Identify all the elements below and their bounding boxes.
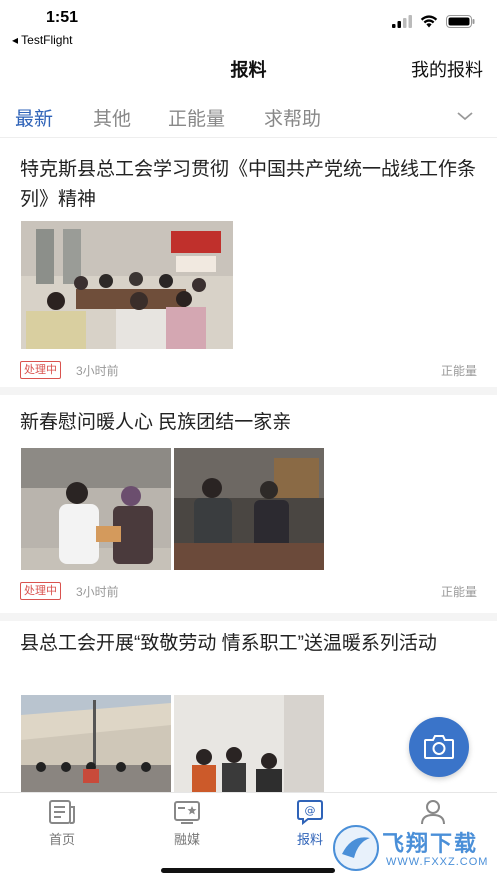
post-title[interactable]: 特克斯县总工会学习贯彻《中国共产党统一战线工作条列》精神 <box>20 155 482 215</box>
post-category: 正能量 <box>440 364 477 378</box>
post-image[interactable] <box>21 695 171 792</box>
status-time: 1:51 <box>46 9 79 26</box>
post-time: 3小时前 <box>76 585 119 599</box>
site-watermark: 飞翔下载 WWW.FXXZ.COM <box>330 820 490 878</box>
watermark-url: WWW.FXXZ.COM <box>386 856 489 868</box>
status-badge: 处理中 <box>20 582 61 600</box>
nav-item-home[interactable]: 首页 <box>22 799 102 848</box>
signal-icon <box>392 15 412 28</box>
camera-button[interactable] <box>409 717 469 777</box>
wifi-icon <box>420 15 438 28</box>
camera-icon <box>424 735 454 759</box>
tab-help[interactable]: 求帮助 <box>264 104 321 131</box>
watermark-logo-icon <box>333 825 379 871</box>
media-icon <box>174 801 200 824</box>
divider <box>0 387 497 395</box>
nav-label: 融媒 <box>173 832 200 847</box>
post-title[interactable]: 新春慰问暖人心 民族团结一家亲 <box>20 408 482 438</box>
category-tabs: 最新 其他 正能量 求帮助 <box>0 94 497 138</box>
post-image[interactable] <box>21 448 171 576</box>
my-reports-link[interactable]: 我的报料 <box>411 56 483 82</box>
post-image[interactable] <box>174 448 324 576</box>
status-bar: 1:51 ◂ TestFlight <box>0 0 497 48</box>
post-meta: 处理中 3小时前 正能量 <box>20 361 477 379</box>
tab-latest[interactable]: 最新 <box>15 104 53 131</box>
post-title[interactable]: 县总工会开展“致敬劳动 情系职工”送温暖系列活动 <box>20 629 482 659</box>
status-badge: 处理中 <box>20 361 61 379</box>
watermark-text: 飞翔下载 <box>382 831 479 856</box>
divider <box>0 613 497 621</box>
svg-text:@: @ <box>305 804 316 817</box>
list-item[interactable]: 新春慰问暖人心 民族团结一家亲 处理中 3小时前 正能量 <box>0 395 497 613</box>
home-news-icon <box>49 800 75 824</box>
nav-item-media[interactable]: 融媒 <box>147 799 227 848</box>
tab-positive-energy[interactable]: 正能量 <box>168 104 225 131</box>
tab-other[interactable]: 其他 <box>93 104 131 131</box>
post-image[interactable] <box>21 221 233 349</box>
report-icon: @ <box>297 800 323 825</box>
post-image[interactable] <box>174 695 324 792</box>
post-meta: 处理中 3小时前 正能量 <box>20 582 477 600</box>
status-icons <box>392 15 475 28</box>
post-time: 3小时前 <box>76 364 119 378</box>
nav-label: 首页 <box>48 832 75 847</box>
list-item[interactable]: 特克斯县总工会学习贯彻《中国共产党统一战线工作条列》精神 处理中 3小时前 正能… <box>0 138 497 387</box>
back-to-testflight[interactable]: ◂ TestFlight <box>12 33 73 47</box>
chevron-down-icon[interactable] <box>455 106 475 126</box>
home-indicator <box>161 868 335 873</box>
battery-icon <box>446 15 475 28</box>
header: 报料 我的报料 <box>0 48 497 88</box>
post-category: 正能量 <box>440 585 477 599</box>
